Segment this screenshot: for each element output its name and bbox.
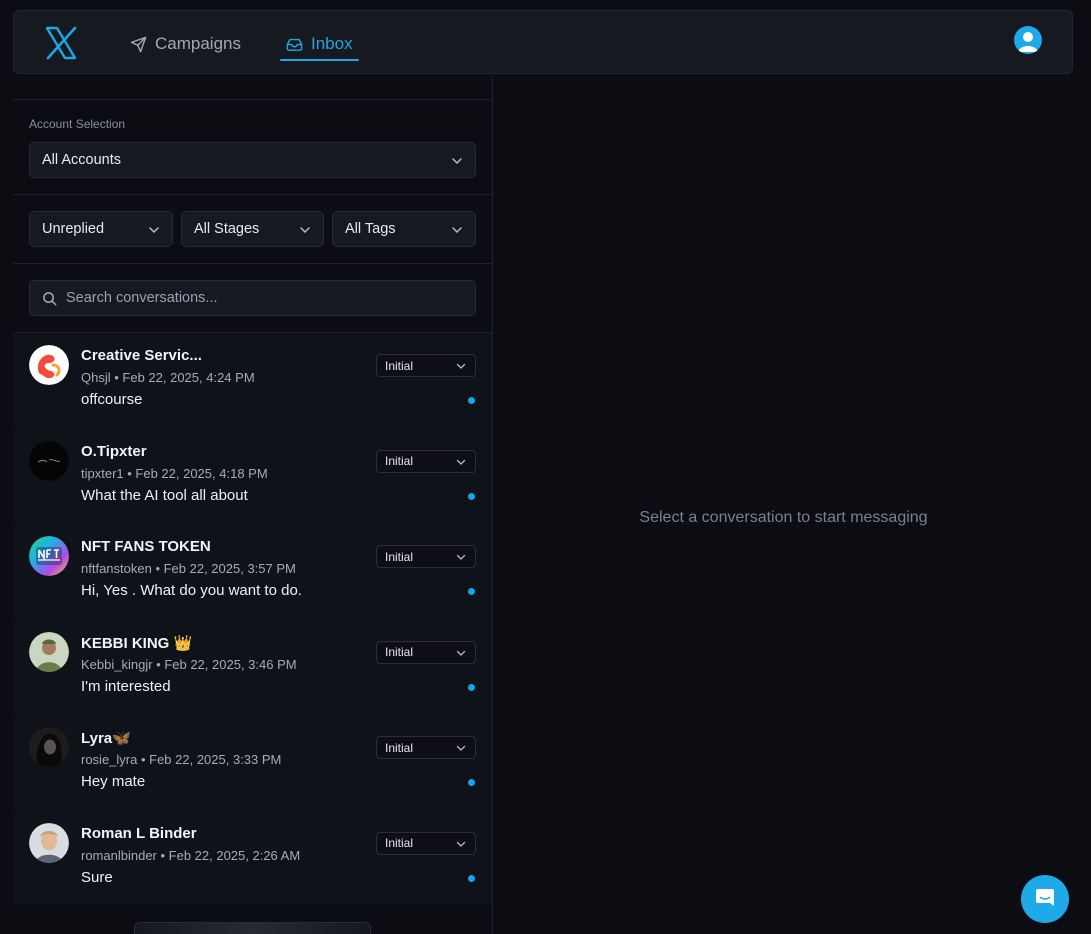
- list-item[interactable]: O.Tipxter tipxter1 • Feb 22, 2025, 4:18 …: [13, 428, 492, 524]
- chevron-down-icon: [149, 227, 159, 234]
- list-item[interactable]: Lyra🦋 rosie_lyra • Feb 22, 2025, 3:33 PM…: [13, 715, 492, 811]
- user-icon: [1018, 32, 1038, 52]
- account-select-value: All Accounts: [42, 152, 121, 168]
- chevron-down-icon: [456, 459, 466, 465]
- list-item[interactable]: KEBBI KING 👑 Kebbi_kingjr • Feb 22, 2025…: [13, 619, 492, 715]
- unread-indicator: [468, 779, 475, 786]
- inbox-icon: [286, 38, 303, 51]
- stages-filter-select[interactable]: All Stages: [181, 211, 324, 247]
- avatar: [29, 345, 69, 385]
- unread-indicator: [468, 874, 475, 882]
- conversation-last-message: Hi, Yes . What do you want to do.: [81, 582, 302, 599]
- conversation-name: O.Tipxter: [81, 442, 147, 460]
- conversation-list: Creative Servic... Qhsjl • Feb 22, 2025,…: [13, 333, 492, 906]
- avatar: [29, 440, 69, 481]
- list-item[interactable]: Creative Servic... Qhsjl • Feb 22, 2025,…: [13, 333, 492, 429]
- nav-inbox-label: Inbox: [311, 34, 353, 53]
- conversation-last-message: offcourse: [81, 391, 143, 408]
- status-filter-value: Unreplied: [42, 221, 105, 237]
- unread-indicator: [468, 683, 475, 691]
- conversation-meta: romanlbinder • Feb 22, 2025, 2:26 AM: [81, 847, 301, 863]
- list-item[interactable]: NFT FANS TOKEN nftfanstoken • Feb 22, 20…: [13, 524, 492, 620]
- avatar: [29, 822, 69, 863]
- conversation-meta: Kebbi_kingjr • Feb 22, 2025, 3:46 PM: [81, 656, 297, 672]
- nav-campaigns[interactable]: Campaigns: [130, 29, 241, 59]
- nav-inbox[interactable]: Inbox: [280, 29, 359, 61]
- stage-select-value: Initial: [385, 358, 414, 373]
- stages-filter-value: All Stages: [194, 221, 260, 237]
- search-icon: [43, 292, 57, 306]
- divider: [13, 99, 492, 100]
- empty-state-message: Select a conversation to start messaging: [639, 509, 928, 526]
- conversation-meta: rosie_lyra • Feb 22, 2025, 3:33 PM: [81, 752, 282, 767]
- conversation-sidebar: Account Selection All Accounts Unreplied…: [13, 75, 493, 934]
- stage-select-value: Initial: [385, 836, 414, 850]
- stage-select[interactable]: Initial: [376, 545, 476, 568]
- chevron-down-icon: [452, 158, 462, 165]
- unread-indicator: [468, 492, 475, 500]
- tags-filter-value: All Tags: [345, 221, 396, 237]
- stage-select[interactable]: Initial: [376, 354, 476, 377]
- x-logo-icon[interactable]: [44, 26, 78, 60]
- conversation-meta: nftfanstoken • Feb 22, 2025, 3:57 PM: [81, 561, 296, 576]
- divider: [13, 263, 492, 264]
- chevron-down-icon: [456, 554, 466, 560]
- stage-select-value: Initial: [385, 645, 414, 659]
- stage-select[interactable]: Initial: [376, 449, 476, 473]
- stage-select-value: Initial: [385, 740, 414, 755]
- chevron-down-icon: [300, 227, 310, 234]
- avatar: [29, 631, 69, 672]
- send-icon: [130, 36, 147, 52]
- avatar: [29, 536, 69, 576]
- avatar: [29, 727, 69, 767]
- chat-bubble-icon: [1036, 889, 1054, 906]
- stage-select[interactable]: Initial: [376, 831, 476, 855]
- chevron-down-icon: [456, 650, 466, 656]
- stage-select[interactable]: Initial: [376, 736, 476, 759]
- top-navigation-bar: Campaigns Inbox: [13, 10, 1073, 74]
- conversation-name: Lyra🦋: [81, 730, 131, 747]
- account-selection-label: Account Selection: [29, 117, 126, 131]
- chevron-down-icon: [456, 363, 466, 369]
- conversation-last-message: I'm interested: [81, 677, 171, 695]
- search-box: [29, 280, 476, 316]
- divider: [13, 194, 492, 195]
- conversation-last-message: Hey mate: [81, 773, 146, 790]
- conversation-meta: tipxter1 • Feb 22, 2025, 4:18 PM: [81, 465, 268, 481]
- list-item[interactable]: Roman L Binder romanlbinder • Feb 22, 20…: [13, 810, 492, 906]
- stage-select-value: Initial: [385, 454, 414, 468]
- conversation-name: Creative Servic...: [81, 347, 202, 364]
- support-chat-button[interactable]: [1021, 875, 1069, 923]
- stage-select[interactable]: Initial: [376, 640, 476, 664]
- user-avatar[interactable]: [1014, 26, 1042, 54]
- conversation-last-message: Sure: [81, 868, 113, 886]
- conversation-meta: Qhsjl • Feb 22, 2025, 4:24 PM: [81, 370, 255, 385]
- status-filter-select[interactable]: Unreplied: [29, 211, 173, 247]
- conversation-last-message: What the AI tool all about: [81, 486, 248, 504]
- account-select[interactable]: All Accounts: [29, 142, 476, 178]
- nav-campaigns-label: Campaigns: [155, 34, 241, 53]
- unread-indicator: [468, 397, 475, 404]
- search-input[interactable]: [66, 281, 466, 315]
- load-more-indicator: [134, 922, 371, 934]
- tags-filter-select[interactable]: All Tags: [332, 211, 476, 247]
- chevron-down-icon: [456, 841, 466, 847]
- stage-select-value: Initial: [385, 549, 414, 564]
- conversation-name: Roman L Binder: [81, 824, 197, 842]
- conversation-name: NFT FANS TOKEN: [81, 538, 211, 555]
- chevron-down-icon: [456, 745, 466, 751]
- chevron-down-icon: [452, 227, 462, 234]
- conversation-name: KEBBI KING 👑: [81, 634, 193, 652]
- unread-indicator: [468, 588, 475, 595]
